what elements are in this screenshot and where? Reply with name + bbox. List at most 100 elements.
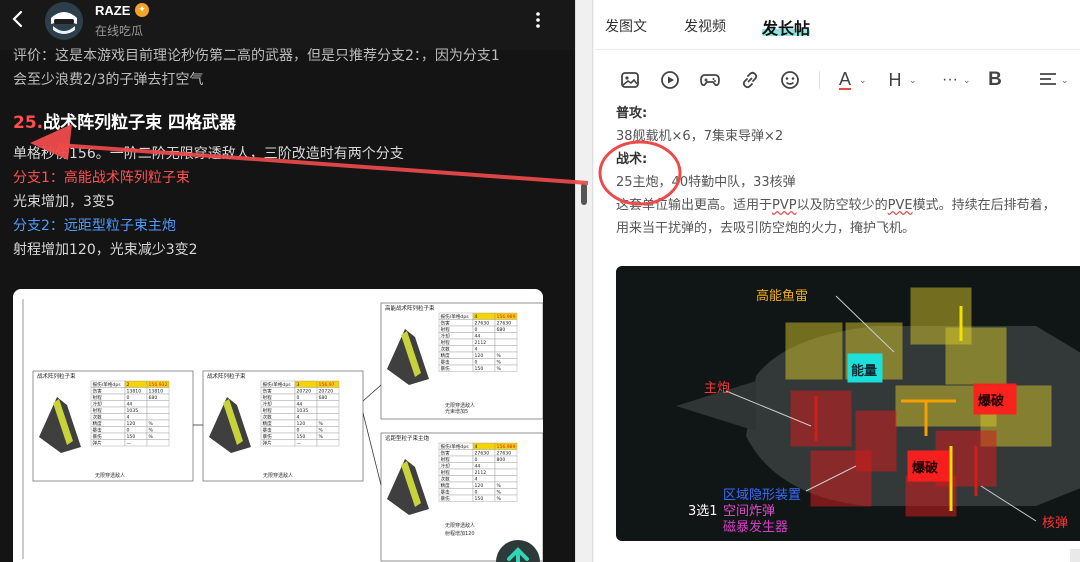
table-cell-text: 次数: [441, 346, 451, 353]
back-arrow-icon[interactable]: [10, 10, 26, 28]
table-cell-text: 44: [475, 334, 481, 340]
table-cell-text: 120: [127, 421, 136, 427]
scroll-top-button[interactable]: [496, 540, 540, 562]
branch-1-label: 分支1：高能战术阵列粒子束: [13, 170, 190, 186]
ship-layout-diagram: 高能鱼雷主炮能量爆破爆破3选1区域隐形装置空间炸弹磁暴发生器 核弹: [676, 287, 1080, 535]
table-cell-text: 报伤/单格dps: [93, 381, 122, 388]
table-cell-text: 4: [475, 444, 478, 450]
table-cell-text: 156.97: [319, 382, 335, 388]
table-cell-text: 射程: [93, 394, 103, 401]
heading-button[interactable]: H: [884, 69, 906, 91]
table-cell-text: 4: [127, 415, 130, 421]
more-tools-button[interactable]: ···: [936, 69, 964, 91]
post-type-tabs: 发图文 发视频 发长帖: [594, 0, 1080, 50]
verified-badge-icon: ✦: [135, 3, 149, 17]
chevron-down-icon[interactable]: ⌄: [963, 76, 971, 86]
editor-toolbar: A ⌄ H ⌄ ··· ⌄ B ⌄: [594, 63, 1080, 97]
chevron-down-icon[interactable]: ⌄: [1061, 76, 1069, 86]
insert-emoji-button[interactable]: [779, 69, 801, 91]
table-cell: [494, 462, 518, 470]
table-cell-text: 3: [297, 382, 300, 388]
table-cell-text: 120: [475, 353, 484, 359]
table-cell-text: 冷却: [263, 401, 273, 408]
avatar[interactable]: [45, 2, 83, 40]
table-cell-text: 680: [149, 395, 158, 401]
insert-game-button[interactable]: [699, 69, 721, 91]
table-cell-text: 暴伤: [263, 433, 273, 440]
table-cell-text: 120: [475, 483, 484, 489]
more-horizontal-icon: ···: [942, 71, 958, 88]
label-break: 爆破: [912, 460, 938, 476]
table-cell-text: 0: [127, 428, 130, 434]
table-cell-text: 4: [475, 314, 478, 320]
table-cell-text: 冷却: [93, 401, 103, 408]
editor-pane[interactable]: 发图文 发视频 发长帖 A ⌄ H ⌄ ··· ⌄ B ⌄ 普攻: 38舰载机×…: [594, 0, 1080, 562]
screen: RAZE ✦ 在线吃瓜 评价：这是本游戏目前理论秒伤第二高的武器，但是只推荐分支…: [0, 0, 1080, 562]
ship-module-image[interactable]: 高能鱼雷 主炮 能量 爆破 爆破 3选1 区域隐形装置 空间炸弹 磁暴发生器 核弹: [616, 266, 1080, 541]
table-cell-text: 2: [127, 382, 130, 388]
block-title: 战术阵列粒子束: [207, 372, 246, 380]
article-pane[interactable]: RAZE ✦ 在线吃瓜 评价：这是本游戏目前理论秒伤第二高的武器，但是只推荐分支…: [0, 0, 575, 562]
more-vertical-icon[interactable]: [533, 10, 543, 30]
table-cell-text: 弹片: [93, 440, 103, 447]
divider-drag-handle[interactable]: [581, 183, 587, 205]
table-cell-text: 1035: [127, 408, 139, 414]
table-cell-text: 射程: [441, 456, 451, 463]
table-cell-text: 156.989: [497, 314, 516, 320]
weapon-stats-image[interactable]: 战术阵列粒子束报伤/单格dps 2 156.932 伤害 13810 13810 射程 0 68…: [13, 289, 543, 562]
table-cell-text: 精度: [441, 352, 451, 359]
table-cell-text: %: [497, 353, 502, 359]
table-cell: [146, 406, 170, 414]
align-button[interactable]: [1037, 69, 1059, 91]
table-cell-text: 20720: [297, 389, 312, 395]
table-cell-text: 13810: [149, 389, 164, 395]
table-cell-text: 0: [297, 428, 300, 434]
emoji-icon: [781, 71, 799, 89]
username[interactable]: RAZE: [95, 3, 130, 18]
table-cell-text: 13810: [127, 389, 142, 395]
table-cell-text: 150: [297, 434, 306, 440]
table-cell-text: 20720: [319, 389, 334, 395]
table-cell-text: 暴伤: [441, 495, 451, 502]
table-cell-text: %: [497, 496, 502, 502]
post-editor[interactable]: 普攻: 38舰载机×6，7集束导弹×2 战术: 25主炮，40特勤中队，33核弹…: [616, 102, 1080, 240]
label-magnetic: 磁暴发生器: [723, 519, 788, 535]
table-cell-text: 报伤/单格dps: [441, 443, 470, 450]
insert-image-button[interactable]: [619, 69, 641, 91]
chevron-down-icon[interactable]: ⌄: [859, 76, 867, 86]
insert-video-button[interactable]: [659, 69, 681, 91]
font-color-button[interactable]: A: [834, 69, 856, 91]
table-cell-text: 精度: [93, 420, 103, 427]
table-cell-text: 0: [297, 395, 300, 401]
chevron-down-icon[interactable]: ⌄: [909, 76, 917, 86]
split-divider[interactable]: [575, 0, 593, 562]
table-cell-text: 暴击: [441, 359, 451, 366]
font-color-icon: A: [838, 69, 851, 90]
editor-label-tactics: 战术:: [616, 152, 648, 167]
toolbar-separator: [819, 71, 820, 89]
table-cell-text: %: [149, 428, 154, 434]
article-line: 评价：这是本游戏目前理论秒伤第二高的武器，但是只推荐分支2：，因为分支1: [13, 48, 500, 64]
table-cell-text: 680: [319, 395, 328, 401]
table-cell-text: %: [497, 366, 502, 372]
table-cell-text: 暴击: [263, 427, 273, 434]
bold-button[interactable]: B: [984, 69, 1006, 91]
table-cell-text: 伤害: [93, 388, 103, 395]
table-cell-text: 680: [497, 327, 506, 333]
tab-image-post[interactable]: 发图文: [605, 16, 647, 36]
insert-link-button[interactable]: [739, 69, 761, 91]
table-cell-text: 冷却: [441, 333, 451, 340]
table-cell-text: 次数: [441, 476, 451, 483]
table-cell: [146, 400, 170, 408]
bold-icon: B: [988, 69, 1002, 90]
tab-video-post[interactable]: 发视频: [684, 16, 726, 36]
table-cell-text: 156.932: [149, 382, 168, 388]
table-cell-text: 150: [475, 366, 484, 372]
tab-long-post[interactable]: 发长帖: [762, 15, 810, 39]
table-cell-text: —: [127, 442, 132, 447]
table-cell-text: 精度: [263, 420, 273, 427]
table-cell-text: —: [297, 442, 302, 447]
table-cell-text: 4: [297, 415, 300, 421]
scrollbar[interactable]: [1070, 549, 1080, 562]
table-cell-text: %: [319, 428, 324, 434]
